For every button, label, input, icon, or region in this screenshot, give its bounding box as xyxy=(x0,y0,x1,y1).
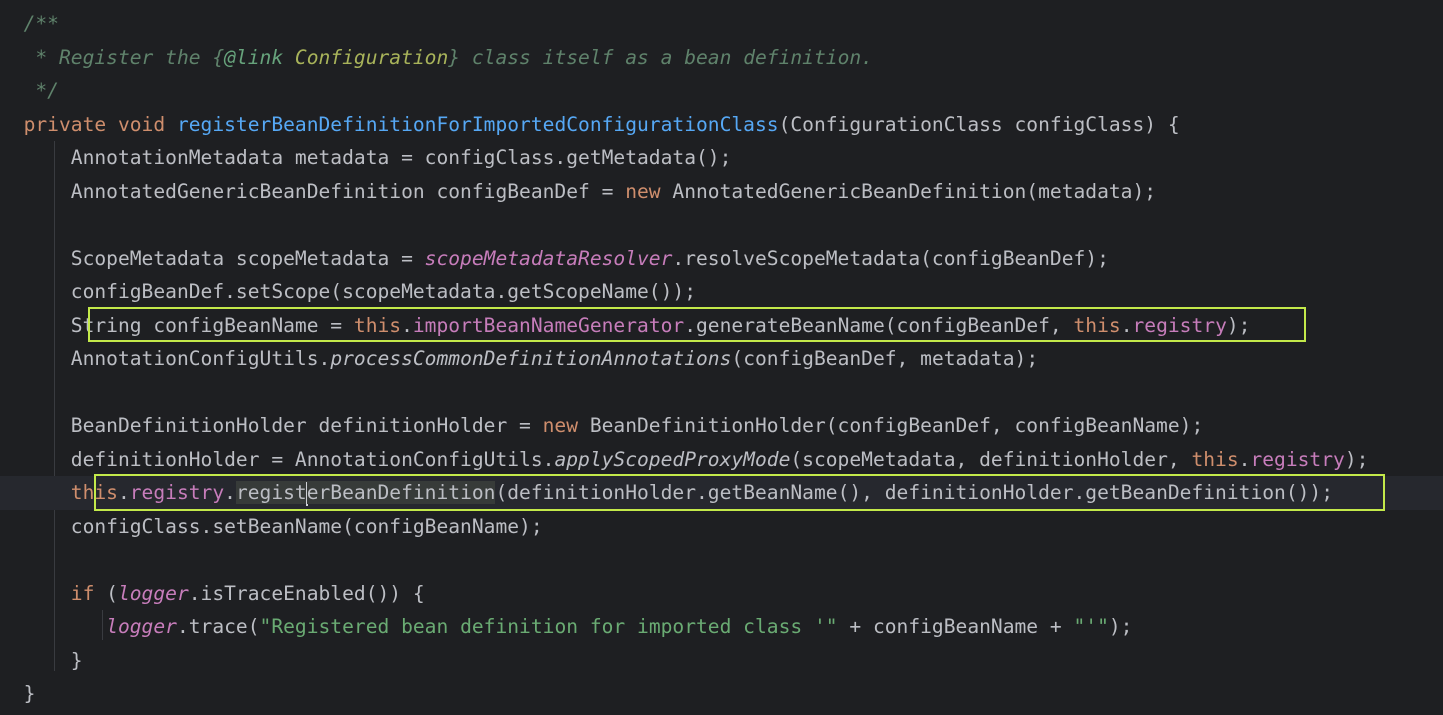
code-token: .resolveScopeMetadata(configBeanDef); xyxy=(672,246,1109,270)
code-token: */ xyxy=(0,79,59,102)
code-line[interactable]: if (logger.isTraceEnabled()) { xyxy=(0,577,1443,611)
code-token: definitionHolder = AnnotationConfigUtils… xyxy=(0,447,555,471)
code-token: AnnotatedGenericBeanDefinition configBea… xyxy=(0,179,626,203)
code-token: ); xyxy=(1226,313,1251,337)
code-line[interactable]: configBeanDef.setScope(scopeMetadata.get… xyxy=(0,275,1443,309)
code-token: registerBeanDefinitionForImportedConfigu… xyxy=(176,112,779,136)
code-token: new xyxy=(625,179,661,203)
code-line[interactable]: AnnotatedGenericBeanDefinition configBea… xyxy=(0,175,1443,209)
code-line[interactable]: definitionHolder = AnnotationConfigUtils… xyxy=(0,443,1443,477)
code-line[interactable]: } xyxy=(0,677,1443,711)
code-token: "'" xyxy=(1073,615,1109,638)
code-token: this xyxy=(70,481,118,504)
code-line[interactable] xyxy=(0,208,1443,242)
code-token: .trace( xyxy=(176,615,260,638)
code-token: importBeanNameGenerator xyxy=(412,313,685,337)
code-token: registry xyxy=(1250,447,1345,471)
code-token: @link xyxy=(224,45,284,69)
code-token: regist xyxy=(235,481,307,504)
code-token: AnnotationConfigUtils. xyxy=(0,347,331,370)
code-token: (definitionHolder.getBeanName(), definit… xyxy=(495,481,1334,504)
code-token: AnnotationMetadata metadata = configClas… xyxy=(0,146,732,169)
code-token: (configBeanDef, metadata); xyxy=(731,347,1039,370)
code-token: BeanDefinitionHolder(configBeanDef, conf… xyxy=(578,414,1204,437)
code-line[interactable]: configClass.setBeanName(configBeanName); xyxy=(0,510,1443,544)
code-line[interactable] xyxy=(0,543,1443,577)
code-token: } xyxy=(0,648,83,672)
code-token: (ConfigurationClass configClass) { xyxy=(778,112,1180,136)
code-line[interactable]: AnnotationMetadata metadata = configClas… xyxy=(0,141,1443,175)
code-token: + configBeanName + xyxy=(837,615,1074,638)
code-token: registry xyxy=(1132,313,1227,337)
code-token: .generateBeanName(configBeanDef, xyxy=(684,313,1074,337)
code-line[interactable]: * Register the {@link Configuration} cla… xyxy=(0,41,1443,75)
code-editor[interactable]: /** * Register the {@link Configuration}… xyxy=(0,0,1443,715)
code-token: if xyxy=(70,581,95,605)
code-token: new xyxy=(542,414,579,437)
code-token: ScopeMetadata scopeMetadata = xyxy=(0,246,425,270)
code-area[interactable]: /** * Register the {@link Configuration}… xyxy=(0,7,1443,711)
code-line[interactable]: ScopeMetadata scopeMetadata = scopeMetad… xyxy=(0,242,1443,276)
code-line[interactable]: /** xyxy=(0,7,1443,41)
code-token: logger xyxy=(117,581,189,605)
code-token: } xyxy=(0,682,36,705)
code-line[interactable]: } xyxy=(0,644,1443,678)
code-line[interactable]: AnnotationConfigUtils.processCommonDefin… xyxy=(0,342,1443,376)
code-line[interactable]: String configBeanName = this.importBeanN… xyxy=(0,309,1443,343)
code-line[interactable]: logger.trace("Registered bean definition… xyxy=(0,610,1443,644)
code-token: . xyxy=(117,481,130,504)
code-token: . xyxy=(1238,447,1251,471)
code-line[interactable] xyxy=(0,376,1443,410)
code-token: . xyxy=(224,481,236,504)
code-token: String configBeanName = xyxy=(0,313,354,337)
code-token: /** xyxy=(0,12,59,35)
code-token: ); xyxy=(1344,447,1369,471)
code-token: * Register the { xyxy=(0,45,225,69)
code-token: } class itself as a bean definition. xyxy=(448,45,873,69)
code-token: Configuration xyxy=(283,45,449,69)
code-token: .isTraceEnabled()) { xyxy=(188,581,425,605)
code-token: ); xyxy=(1108,615,1133,638)
code-token: registry xyxy=(129,481,225,504)
code-token: this xyxy=(1191,447,1239,471)
code-token: "Registered bean definition for imported… xyxy=(259,615,838,638)
code-line[interactable]: BeanDefinitionHolder definitionHolder = … xyxy=(0,409,1443,443)
code-token: AnnotatedGenericBeanDefinition(metadata)… xyxy=(660,179,1157,203)
code-token: BeanDefinitionHolder definitionHolder = xyxy=(0,414,543,437)
code-token: configBeanDef.setScope(scopeMetadata.get… xyxy=(0,280,696,303)
code-token: this xyxy=(353,313,402,337)
code-token: (scopeMetadata, definitionHolder, xyxy=(790,447,1192,471)
code-token: this xyxy=(1073,313,1121,337)
code-token: erBeanDefinition xyxy=(306,481,496,504)
code-token: private void xyxy=(0,112,177,136)
code-line[interactable]: */ xyxy=(0,74,1443,108)
code-token: ( xyxy=(94,581,118,605)
code-token: scopeMetadataResolver xyxy=(424,246,673,270)
code-token: applyScopedProxyMode xyxy=(554,447,791,471)
code-token: configClass.setBeanName(configBeanName); xyxy=(0,514,543,538)
code-line[interactable]: this.registry.registerBeanDefinition(def… xyxy=(0,476,1443,510)
code-token: logger xyxy=(106,615,177,638)
code-token: processCommonDefinitionAnnotations xyxy=(330,347,732,370)
code-token: . xyxy=(1120,313,1133,337)
code-token: . xyxy=(401,313,413,337)
code-line[interactable]: private void registerBeanDefinitionForIm… xyxy=(0,108,1443,142)
